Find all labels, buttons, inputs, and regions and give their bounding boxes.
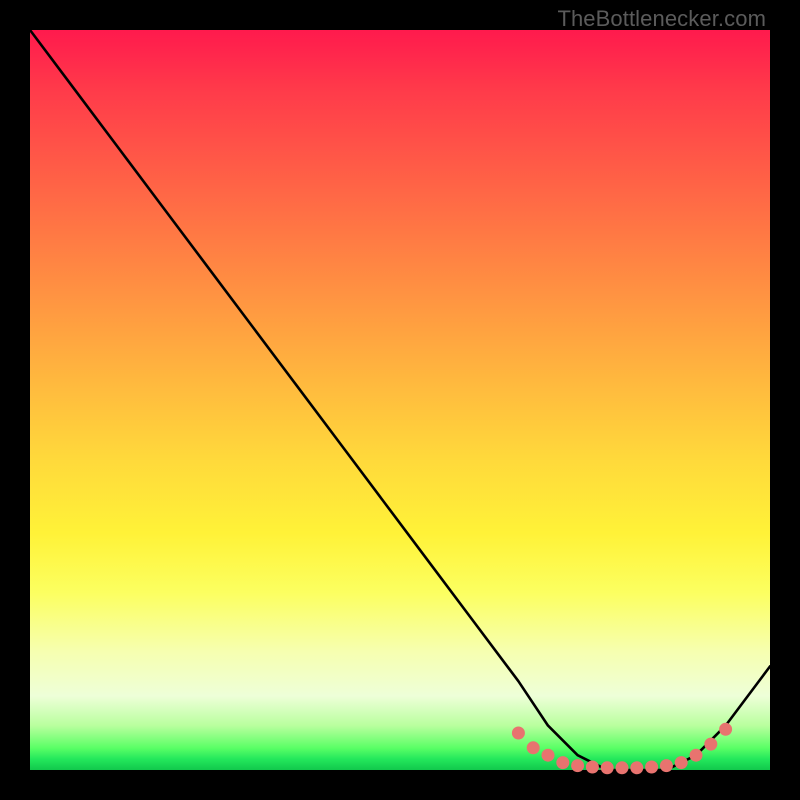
valley-dot — [660, 759, 673, 772]
valley-dot — [690, 749, 703, 762]
valley-dot — [704, 738, 717, 751]
valley-dot — [512, 727, 525, 740]
valley-dot — [719, 723, 732, 736]
valley-dot — [601, 761, 614, 774]
chart-frame — [30, 30, 770, 770]
valley-dot — [630, 761, 643, 774]
valley-dot — [556, 756, 569, 769]
chart-svg — [30, 30, 770, 770]
valley-dot — [542, 749, 555, 762]
valley-dot — [645, 761, 658, 774]
valley-dots-group — [512, 723, 732, 775]
bottleneck-curve — [30, 30, 770, 770]
valley-dot — [527, 741, 540, 754]
watermark-text: TheBottlenecker.com — [557, 6, 766, 32]
valley-dot — [616, 761, 629, 774]
valley-dot — [586, 761, 599, 774]
curve-layer — [30, 30, 770, 770]
valley-dot — [675, 756, 688, 769]
valley-dot — [571, 759, 584, 772]
